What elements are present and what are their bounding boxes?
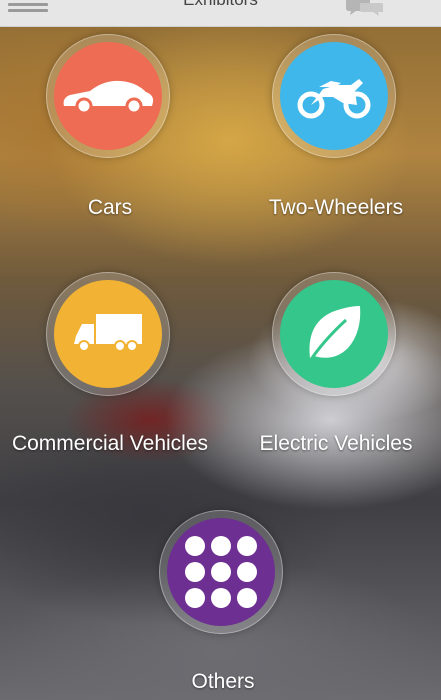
category-commercial-vehicles[interactable]: Commercial Vehicles: [10, 272, 210, 462]
category-label: Commercial Vehicles: [11, 432, 209, 455]
category-electric-vehicles[interactable]: Electric Vehicles: [236, 272, 436, 462]
cars-circle: [54, 42, 162, 150]
category-two-wheelers[interactable]: Two-Wheelers: [236, 34, 436, 224]
commercial-circle: [54, 280, 162, 388]
two-wheelers-circle: [280, 42, 388, 150]
category-label: Others: [191, 670, 255, 693]
chat-icon[interactable]: [344, 0, 384, 16]
electric-circle: [280, 280, 388, 388]
car-icon: [63, 80, 154, 115]
others-ring: [159, 510, 283, 634]
category-label: Two-Wheelers: [268, 196, 404, 219]
others-circle: [167, 518, 275, 626]
two-wheelers-ring: [272, 34, 396, 158]
category-label: Cars: [87, 196, 133, 219]
cars-ring: [46, 34, 170, 158]
commercial-ring: [46, 272, 170, 396]
app-header: Exhibitors: [0, 0, 441, 27]
category-label: Electric Vehicles: [259, 432, 413, 455]
category-others[interactable]: Others: [123, 510, 323, 700]
truck-icon: [74, 314, 142, 352]
motorcycle-icon: [297, 79, 371, 119]
leaf-icon: [306, 306, 361, 365]
electric-ring: [272, 272, 396, 396]
grid-dots-icon: [185, 536, 257, 608]
category-cars[interactable]: Cars: [10, 34, 210, 224]
